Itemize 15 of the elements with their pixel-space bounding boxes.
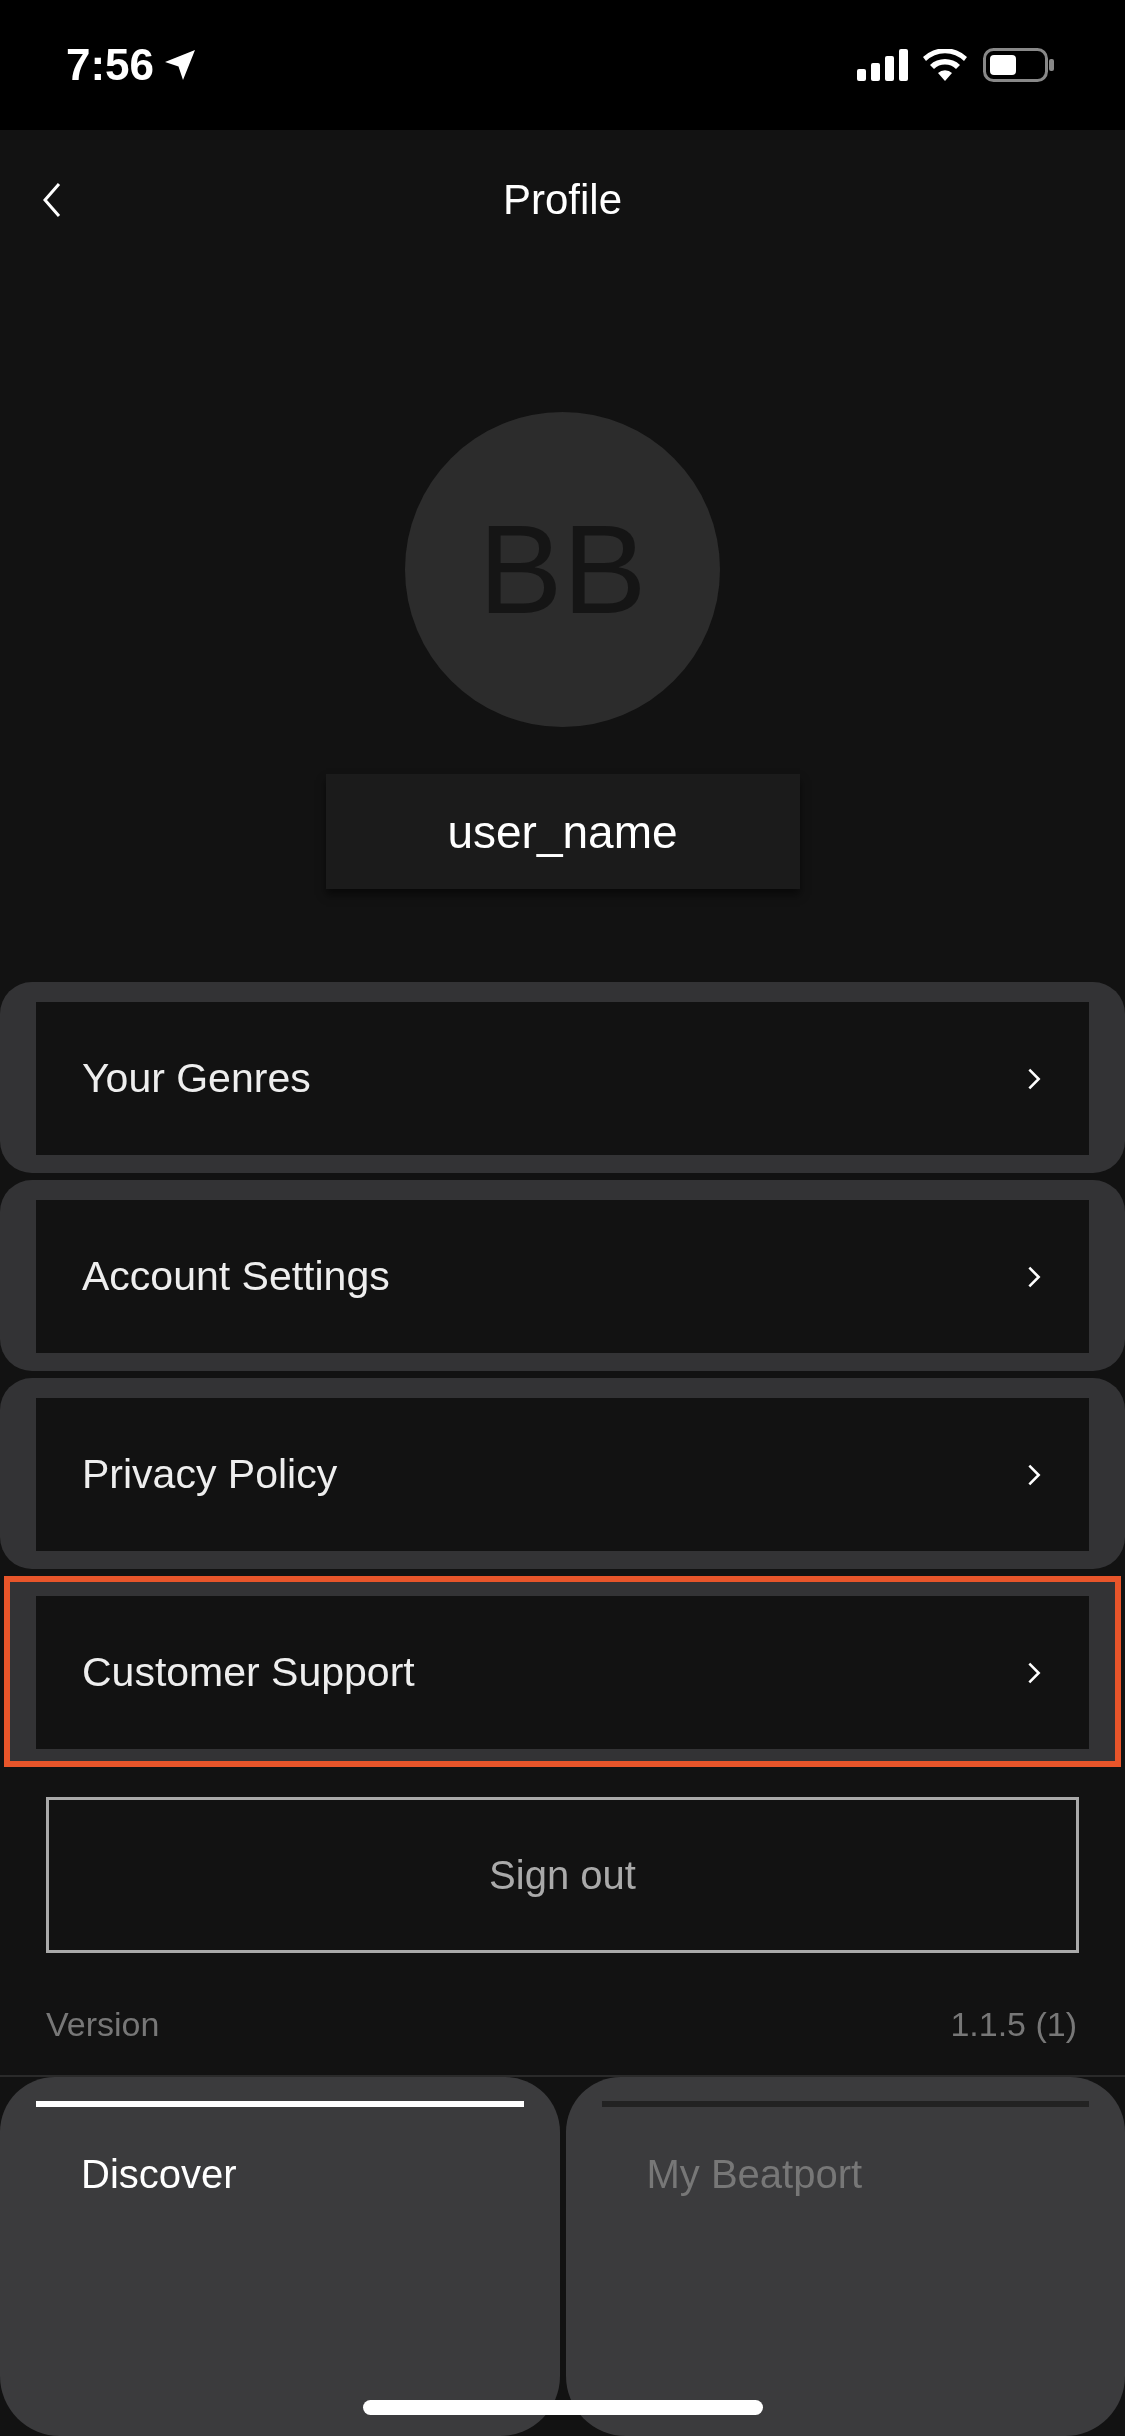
- version-value: 1.1.5 (1): [950, 2005, 1077, 2045]
- wifi-icon: [923, 49, 967, 81]
- username-label: user_name: [325, 774, 800, 889]
- menu-item[interactable]: Customer Support: [36, 1596, 1089, 1749]
- page-title: Profile: [502, 176, 623, 224]
- status-time: 7:56: [66, 40, 155, 90]
- back-icon[interactable]: [42, 182, 62, 218]
- menu-item[interactable]: Privacy Policy: [36, 1398, 1089, 1551]
- menu-item[interactable]: Your Genres: [36, 1002, 1089, 1155]
- signal-icon: [857, 49, 909, 81]
- menu-item[interactable]: Account Settings: [36, 1200, 1089, 1353]
- version-label: Version: [46, 2005, 160, 2045]
- sign-out-button[interactable]: Sign out: [46, 1797, 1079, 1953]
- tab[interactable]: Discover: [0, 2077, 560, 2436]
- battery-icon: [983, 48, 1055, 82]
